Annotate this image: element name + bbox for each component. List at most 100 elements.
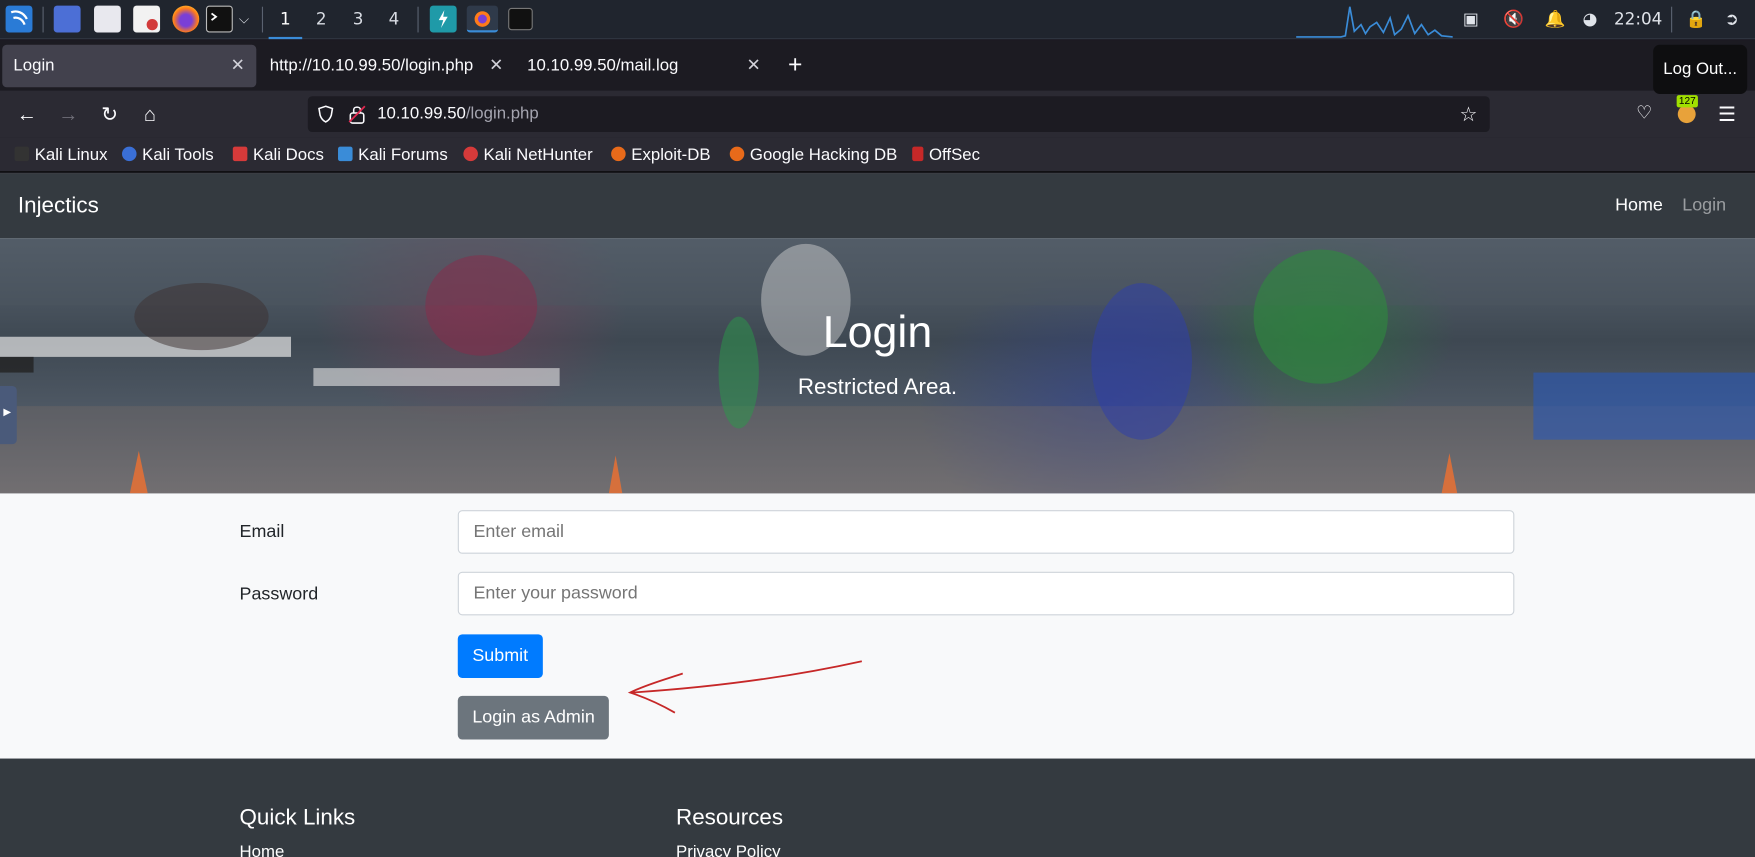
bookmark-kali-nethunter[interactable]: Kali NetHunter	[463, 138, 593, 173]
workspace-1[interactable]: 1	[268, 0, 303, 40]
password-field[interactable]	[457, 571, 1515, 616]
kali-tools-icon	[121, 146, 137, 162]
site-navbar: Injectics Home Login	[0, 173, 1755, 239]
shield-icon[interactable]	[317, 105, 335, 123]
url-path: /login.php	[465, 104, 539, 124]
extension-icon[interactable]: 127	[1672, 95, 1701, 129]
kali-forums-icon	[338, 146, 353, 162]
bookmark-label: Google Hacking DB	[749, 145, 898, 165]
bell-icon[interactable]: 🔔	[1545, 0, 1566, 39]
back-button[interactable]: ←	[12, 100, 41, 129]
nethunter-icon	[463, 146, 478, 162]
bookmark-kali-forums[interactable]: Kali Forums	[338, 138, 448, 173]
url-text: 10.10.99.50/login.php	[377, 96, 539, 132]
pocket-icon[interactable]: ♡	[1630, 100, 1659, 129]
workspace-2[interactable]: 2	[304, 0, 338, 39]
close-icon[interactable]: ✕	[489, 45, 503, 88]
terminal-icon[interactable]	[205, 5, 233, 33]
sidebar-handle[interactable]: ▶	[0, 385, 17, 445]
bookmark-kali-tools[interactable]: Kali Tools	[121, 138, 214, 173]
email-field[interactable]	[457, 510, 1515, 554]
tab-label: Login	[13, 55, 55, 75]
logout-tooltip: Log Out...	[1653, 44, 1748, 94]
lock-icon[interactable]: 🔒	[1686, 0, 1707, 39]
exploit-db-icon	[611, 146, 626, 162]
mute-icon[interactable]: 🔇	[1503, 0, 1524, 39]
network-activity-graph	[1296, 6, 1453, 38]
workspace-3[interactable]: 3	[341, 0, 375, 39]
firefox-window-icon[interactable]	[466, 5, 499, 33]
bookmark-label: Kali Docs	[252, 145, 324, 165]
close-icon[interactable]: ✕	[231, 45, 245, 88]
footer-privacy-link[interactable]: Privacy Policy	[676, 842, 780, 857]
hero-banner: Login Restricted Area.	[0, 238, 1755, 494]
tab-mail-log[interactable]: 10.10.99.50/mail.log ✕	[516, 45, 771, 88]
site-footer: Quick Links Resources Home Privacy Polic…	[0, 758, 1755, 857]
tab-bar: Login ✕ http://10.10.99.50/login.php ✕ 1…	[0, 40, 1755, 91]
home-icon[interactable]: ⌂	[135, 100, 164, 129]
bookmark-label: OffSec	[928, 145, 981, 165]
tab-label: http://10.10.99.50/login.php	[269, 55, 474, 75]
kali-docs-icon	[232, 146, 248, 162]
burp-icon[interactable]	[429, 5, 457, 33]
clock-icon: ◕	[1582, 8, 1598, 30]
tab-label: 10.10.99.50/mail.log	[527, 55, 679, 75]
navigation-toolbar: ← → ↻ ⌂ 10.10.99.50/login.php ☆ ♡ 127 ☰	[0, 90, 1755, 138]
hamburger-menu-icon[interactable]: ☰	[1712, 100, 1741, 129]
screen: ⌵ 1 2 3 4 ▣ 🔇 🔔 ◕ 22:04 🔒 ➲ Login ✕ http…	[0, 0, 1755, 857]
workspace-4[interactable]: 4	[377, 0, 411, 39]
offsec-icon	[912, 146, 924, 162]
hero-subtitle: Restricted Area.	[797, 374, 958, 400]
firefox-icon[interactable]	[172, 5, 200, 33]
footer-resources-heading: Resources	[676, 805, 784, 831]
ghdb-icon	[729, 146, 745, 162]
footer-home-link[interactable]: Home	[240, 842, 285, 857]
bookmark-label: Kali Tools	[142, 145, 214, 165]
nav-home-link[interactable]: Home	[1615, 173, 1663, 238]
logout-icon[interactable]: ➲	[1725, 0, 1739, 39]
athletes-photo	[0, 238, 1755, 494]
chevron-down-icon[interactable]: ⌵	[232, 0, 257, 39]
bookmark-exploit-db[interactable]: Exploit-DB	[611, 138, 711, 173]
nav-login-link[interactable]: Login	[1682, 173, 1726, 238]
extension-badge: 127	[1676, 95, 1698, 108]
hero-title: Login	[822, 307, 933, 357]
tab-login-php[interactable]: http://10.10.99.50/login.php ✕	[259, 45, 512, 88]
url-bar[interactable]: 10.10.99.50/login.php ☆	[307, 96, 1490, 133]
taskbar-separator	[261, 6, 264, 33]
taskbar-separator	[42, 6, 44, 33]
taskbar: ⌵ 1 2 3 4 ▣ 🔇 🔔 ◕ 22:04 🔒 ➲	[0, 0, 1755, 40]
forward-button[interactable]: →	[54, 100, 83, 129]
taskbar-separator	[1671, 6, 1673, 33]
bookmarks-toolbar: Kali Linux Kali Tools Kali Docs Kali For…	[0, 137, 1755, 173]
kali-dragon-icon	[14, 146, 30, 162]
email-label: Email	[239, 522, 285, 542]
bookmark-star-icon[interactable]: ☆	[1460, 96, 1478, 132]
url-host: 10.10.99.50	[377, 104, 466, 124]
bookmark-label: Kali Forums	[358, 145, 448, 165]
text-editor-icon[interactable]	[133, 5, 161, 33]
web-page: Injectics Home Login Login Restricted Ar…	[0, 173, 1755, 857]
clock[interactable]: 22:04	[1614, 0, 1662, 39]
close-icon[interactable]: ✕	[747, 45, 761, 88]
bookmark-label: Exploit-DB	[631, 145, 711, 165]
insecure-lock-icon[interactable]	[348, 104, 366, 124]
terminal-window-icon[interactable]	[508, 7, 533, 31]
submit-button[interactable]: Submit	[457, 634, 543, 678]
file-manager-icon[interactable]	[94, 5, 121, 33]
login-as-admin-button[interactable]: Login as Admin	[457, 695, 610, 740]
bookmark-google-hacking-db[interactable]: Google Hacking DB	[729, 138, 898, 173]
site-brand[interactable]: Injectics	[18, 173, 99, 238]
screen-icon[interactable]: ▣	[1463, 0, 1479, 39]
tab-login[interactable]: Login ✕	[2, 44, 257, 88]
kali-menu-icon[interactable]	[5, 5, 33, 33]
new-tab-button[interactable]: +	[788, 46, 802, 84]
bookmark-kali-linux[interactable]: Kali Linux	[14, 138, 108, 173]
bookmark-label: Kali NetHunter	[483, 145, 593, 165]
reload-button[interactable]: ↻	[95, 100, 124, 129]
bookmark-label: Kali Linux	[34, 145, 108, 165]
bookmark-offsec[interactable]: OffSec	[912, 138, 980, 173]
desktop-icon[interactable]	[53, 5, 81, 33]
bookmark-kali-docs[interactable]: Kali Docs	[232, 138, 324, 173]
taskbar-separator	[417, 6, 419, 33]
